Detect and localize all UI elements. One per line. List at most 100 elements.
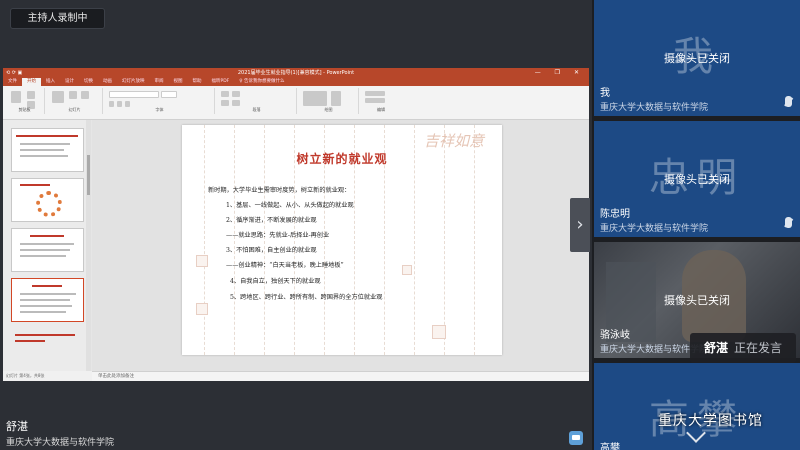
arrange-icon[interactable] (331, 91, 341, 106)
new-slide-icon[interactable] (52, 91, 64, 103)
active-speaker-indicator: 舒湛 正在发言 (690, 333, 796, 363)
reset-icon[interactable] (81, 91, 89, 99)
find-icon[interactable] (365, 91, 385, 96)
current-slide[interactable]: 吉祥如意 树立新的就业观 新时期，大学毕业生需审时度势，树立新的就业观： 1、基… (182, 125, 502, 355)
watermark: 重庆大学图书馆 (658, 413, 763, 429)
tab-home[interactable]: 开始 (22, 78, 41, 86)
slide-title: 树立新的就业观 (296, 152, 388, 166)
tab-design[interactable]: 设计 (60, 78, 79, 86)
notes-pane[interactable]: 单击此处添加备注 (92, 371, 589, 381)
participant-tile-me[interactable]: 我 摄像头已关闭 我 重庆大学大数据与软件学院 (594, 0, 800, 116)
slide-thumbnail-pane (3, 120, 91, 371)
ribbon-group-slides[interactable]: 幻灯片 (47, 88, 103, 114)
thumbnail-scrollbar[interactable] (86, 120, 91, 371)
thumb-text-line (20, 305, 72, 307)
ribbon-group-label: 段落 (252, 107, 261, 112)
powerpoint-window: ⟲ ⟳ ▣ 2021届毕业生就业指导(1)[兼容模式] - PowerPoint… (3, 68, 589, 381)
decorative-seal (432, 325, 446, 339)
thumb-text-line (20, 249, 70, 251)
layout-icon[interactable] (69, 91, 77, 99)
window-controls[interactable]: — ❐ ✕ (535, 68, 585, 78)
ribbon-group-paragraph[interactable]: 段落 (217, 88, 297, 114)
thumb-diagram (36, 191, 62, 217)
align-left-icon[interactable] (221, 100, 229, 106)
ribbon-group-drawing[interactable]: 绘图 (299, 88, 359, 114)
tab-foxit-pdf[interactable]: 福昕PDF (207, 78, 235, 86)
slide-line: 1、基层、一线做起、从小、从头做起的就业观 (226, 202, 354, 209)
participant-name: 我 (600, 88, 610, 99)
font-size-select[interactable] (161, 91, 177, 98)
thumb-title-line (20, 184, 50, 186)
replace-icon[interactable] (365, 98, 385, 103)
participant-org: 重庆大学大数据与软件学院 (600, 224, 709, 234)
ribbon-group-label: 剪贴板 (18, 107, 31, 112)
tab-slideshow[interactable]: 幻灯片放映 (117, 78, 150, 86)
active-speaker-status: 正在发言 (734, 341, 783, 355)
cut-icon[interactable] (27, 91, 35, 99)
tab-help[interactable]: 帮助 (188, 78, 207, 86)
tab-transitions[interactable]: 切换 (79, 78, 98, 86)
ribbon-group-label: 字体 (155, 107, 164, 112)
scrollbar-thumb[interactable] (87, 155, 90, 195)
shapes-gallery[interactable] (303, 91, 327, 106)
thumb-text-line (20, 255, 66, 257)
slide-thumbnail-3[interactable] (11, 228, 84, 272)
speaker-name: 舒湛 (6, 420, 28, 433)
speaker-org: 重庆大学大数据与软件学院 (6, 438, 115, 448)
active-speaker-name: 舒湛 (704, 341, 729, 355)
camera-status: 摄像头已关闭 (664, 52, 730, 65)
thumb-title-line (15, 334, 75, 336)
slide-thumbnail-5[interactable] (11, 328, 84, 368)
ppt-ribbon: 剪贴板 幻灯片 字体 段落 绘图 编辑 (3, 86, 589, 120)
thumb-text-line (20, 299, 70, 301)
mic-muted-icon (785, 96, 792, 107)
font-name-select[interactable] (109, 91, 159, 98)
ribbon-group-label: 幻灯片 (68, 107, 81, 112)
ribbon-group-editing[interactable]: 编辑 (361, 88, 401, 114)
thumb-title-line (30, 235, 64, 237)
ribbon-group-clipboard[interactable]: 剪贴板 (5, 88, 45, 114)
chat-icon[interactable] (569, 431, 583, 445)
slide-line: ——创业精神：“白天当老板，晚上睡地板” (226, 262, 344, 269)
participant-tile-chen[interactable]: 忠明 摄像头已关闭 陈忠明 重庆大学大数据与软件学院 (594, 121, 800, 237)
tab-file[interactable]: 文件 (3, 78, 22, 86)
tab-animations[interactable]: 动画 (98, 78, 117, 86)
tab-view[interactable]: 视图 (169, 78, 188, 86)
slide-line: 4、自我自立，独创天下的就业观 (230, 278, 321, 285)
ppt-title-bar: ⟲ ⟳ ▣ 2021届毕业生就业指导(1)[兼容模式] - PowerPoint… (3, 68, 589, 78)
participant-name: 陈忠明 (600, 209, 630, 220)
ribbon-group-font[interactable]: 字体 (105, 88, 215, 114)
slide-line: 2、循序渐进，不断发展的就业观 (226, 217, 317, 224)
slide-line: 5、跨地区、跨行业、跨所有制、跨国界的全方位就业观 (230, 294, 383, 301)
camera-status: 摄像头已关闭 (664, 173, 730, 186)
participant-name: 骆泳岐 (600, 330, 630, 341)
participant-panel: 我 摄像头已关闭 我 重庆大学大数据与软件学院 忠明 摄像头已关闭 陈忠明 重庆… (592, 0, 800, 450)
thumb-text-line (20, 243, 74, 245)
slide-thumbnail-2[interactable] (11, 178, 84, 222)
thumb-text-line (20, 293, 76, 295)
numbering-icon[interactable] (232, 91, 240, 97)
tab-insert[interactable]: 插入 (41, 78, 60, 86)
camera-status: 摄像头已关闭 (664, 294, 730, 307)
mic-muted-icon (785, 217, 792, 228)
thumb-text-line (20, 149, 64, 151)
quick-access-toolbar[interactable]: ⟲ ⟳ ▣ (6, 68, 22, 78)
thumb-title-line (32, 285, 62, 287)
tell-me-search[interactable]: ♀ 告诉我你想要做什么 (234, 78, 289, 86)
recording-badge[interactable]: 主持人录制中 (10, 8, 105, 29)
thumb-title-line (15, 340, 45, 342)
slide-thumbnail-4-selected[interactable] (11, 278, 84, 322)
decorative-seal (402, 265, 412, 275)
thumb-text-line (20, 143, 70, 145)
tab-review[interactable]: 审阅 (150, 78, 169, 86)
align-center-icon[interactable] (232, 100, 240, 106)
thumb-text-line (20, 311, 66, 313)
slide-thumbnail-1[interactable] (11, 128, 84, 172)
thumb-text-line (20, 155, 68, 157)
paste-icon[interactable] (11, 91, 21, 103)
chevron-right-icon: › (576, 214, 584, 235)
next-page-button[interactable]: › (570, 198, 590, 252)
ribbon-group-label: 编辑 (377, 107, 385, 112)
bullets-icon[interactable] (221, 91, 229, 97)
slide-editor: 吉祥如意 树立新的就业观 新时期，大学毕业生需审时度势，树立新的就业观： 1、基… (92, 120, 589, 371)
